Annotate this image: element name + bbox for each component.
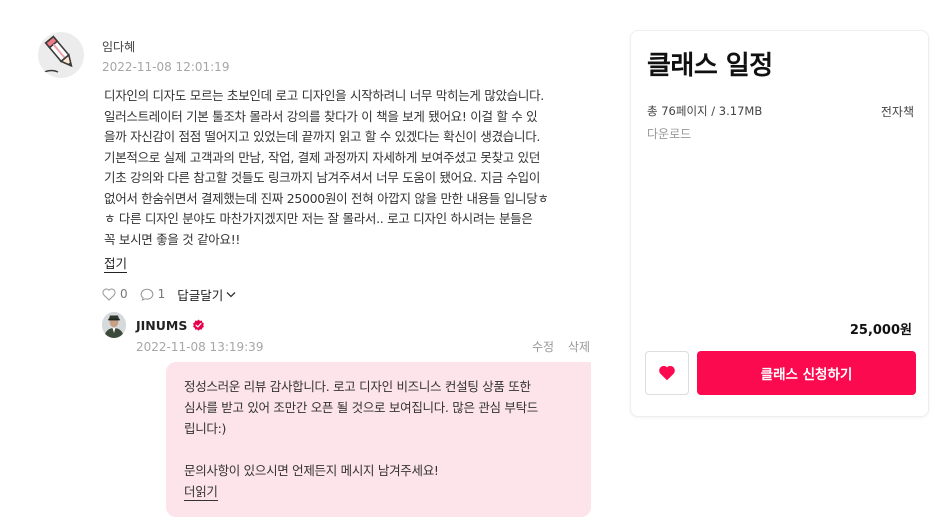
reply-line: 립니다:): [184, 421, 227, 436]
comment-count: 1: [157, 287, 166, 301]
chevron-down-icon: [226, 291, 236, 297]
reply-toggle-label: 답글달기: [177, 287, 224, 303]
review-line: 일러스트레이터 기본 툴조차 몰라서 강의를 찾다가 이 책을 보게 됐어요! …: [104, 108, 538, 124]
reply-line: 정성스러운 리뷰 감사합니다. 로고 디자인 비즈니스 컨설팅 상품 또한: [184, 379, 531, 394]
card-title: 클래스 일정: [647, 51, 773, 81]
reply-line: 문의사항이 있으시면 언제든지 메시지 남겨주세요!: [184, 463, 439, 478]
speech-bubble-icon: [140, 288, 153, 301]
review-line: 꼭 보시면 좋을 것 같아요!!: [104, 231, 241, 247]
class-info-card: 클래스 일정 총 76페이지 / 3.17MB 전자책 다운로드 25,000원…: [630, 30, 929, 417]
pencil-icon: [43, 35, 73, 73]
verified-badge-icon: [193, 319, 205, 331]
fold-link[interactable]: 접기: [104, 256, 128, 273]
reply-line: 심사를 받고 있어 조만간 오픈 될 것으로 보여집니다. 많은 관심 부탁드: [184, 400, 539, 415]
seller-name: JINUMS: [136, 318, 205, 333]
review-line: ㅎ 다른 디자인 분야도 마찬가지겠지만 저는 잘 몰라서.. 로고 디자인 하…: [104, 211, 533, 226]
wishlist-button[interactable]: [645, 351, 689, 395]
reply-toggle-button[interactable]: 답글달기: [177, 285, 236, 304]
read-more-link[interactable]: 더읽기: [184, 484, 218, 501]
reply-actions: 수정 삭제: [522, 338, 590, 355]
seller-name-text: JINUMS: [136, 318, 188, 333]
edit-button[interactable]: 수정: [532, 340, 554, 354]
seller-avatar: [102, 312, 126, 338]
heart-filled-icon: [659, 365, 675, 381]
review-date: 2022-11-08 12:01:19: [102, 60, 230, 74]
product-type: 전자책: [880, 105, 914, 119]
review-line: 기본적으로 실제 고객과의 만남, 작업, 결제 과정까지 자세하게 보여주셨고…: [104, 149, 541, 165]
like-button[interactable]: 0: [102, 287, 128, 301]
apply-class-button[interactable]: 클래스 신청하기: [697, 351, 916, 395]
reviewer-name: 임다혜: [102, 40, 136, 54]
person-photo-icon: [102, 312, 126, 338]
review-text: 디자인의 디자도 모르는 초보인데 로고 디자인을 시작하려니 너무 막히는게 …: [104, 86, 604, 250]
review-line: 을까 자신감이 점점 떨어지고 있었는데 끝까지 읽고 할 수 있겠다는 확신이…: [104, 129, 541, 144]
heart-outline-icon: [102, 287, 116, 301]
comment-button[interactable]: 1: [140, 287, 166, 301]
reply-date: 2022-11-08 13:19:39: [136, 340, 264, 354]
delete-button[interactable]: 삭제: [568, 340, 590, 354]
price: 25,000원: [849, 323, 912, 338]
like-count: 0: [120, 287, 128, 301]
reply-bubble: 정성스러운 리뷰 감사합니다. 로고 디자인 비즈니스 컨설팅 상품 또한 심사…: [166, 362, 591, 517]
review-line: 없어서 한숨쉬면서 결제했는데 진짜 25000원이 전혀 아깝지 않을 만한 …: [104, 190, 549, 206]
review-actions: 0 1 답글달기: [102, 285, 236, 304]
review-line: 기초 강의와 다른 참고할 것들도 링크까지 남겨주셔서 너무 도움이 됐어요.…: [104, 170, 541, 185]
file-meta: 총 76페이지 / 3.17MB: [647, 104, 763, 118]
review-line: 디자인의 디자도 모르는 초보인데 로고 디자인을 시작하려니 너무 막히는게 …: [104, 88, 544, 103]
delivery-method: 다운로드: [647, 127, 692, 141]
user-avatar: [38, 32, 84, 78]
